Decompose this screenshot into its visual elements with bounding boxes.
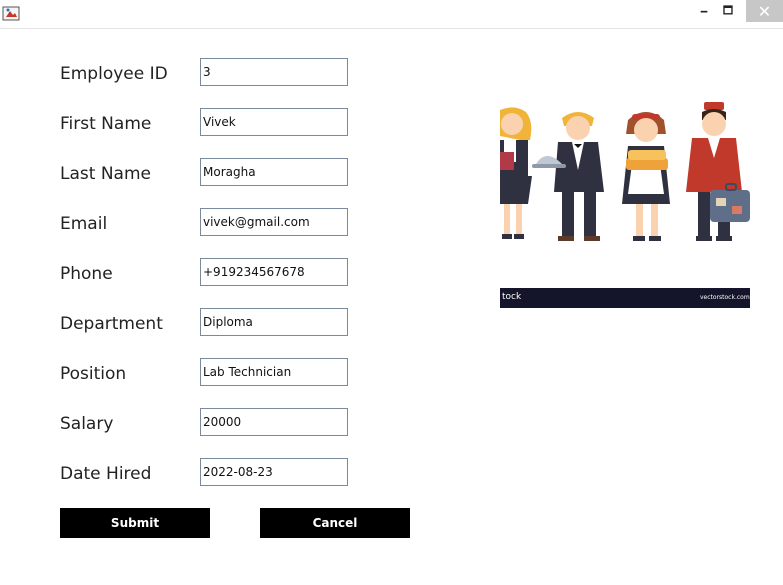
position-label: Position <box>60 364 127 384</box>
hotel-staff-illustration <box>500 102 750 308</box>
email-input[interactable] <box>200 208 348 236</box>
employee-id-input[interactable] <box>200 58 348 86</box>
waitress-figure <box>500 107 532 239</box>
salary-input[interactable] <box>200 408 348 436</box>
title-bar: 🗕 🗖 ✕ <box>0 0 783 29</box>
watermark-left-text: tock <box>502 292 522 302</box>
waiter-figure <box>532 112 604 241</box>
department-input[interactable] <box>200 308 348 336</box>
cancel-button[interactable]: Cancel <box>260 508 410 538</box>
java-app-icon <box>2 6 20 21</box>
date-hired-input[interactable] <box>200 458 348 486</box>
phone-input[interactable] <box>200 258 348 286</box>
last-name-input[interactable] <box>200 158 348 186</box>
employee-id-label: Employee ID <box>60 64 168 84</box>
maximize-button[interactable]: 🗖 <box>712 0 744 22</box>
bellboy-figure <box>686 102 750 241</box>
maid-figure <box>622 112 670 241</box>
salary-label: Salary <box>60 414 114 434</box>
department-label: Department <box>60 314 163 334</box>
submit-button[interactable]: Submit <box>60 508 210 538</box>
date-hired-label: Date Hired <box>60 464 152 484</box>
first-name-input[interactable] <box>200 108 348 136</box>
minimize-icon: 🗕 <box>700 3 708 17</box>
watermark-right-text: vectorstock.com <box>700 294 750 301</box>
position-input[interactable] <box>200 358 348 386</box>
maximize-icon: 🗖 <box>722 3 734 17</box>
first-name-label: First Name <box>60 114 152 134</box>
close-button[interactable]: ✕ <box>746 0 783 22</box>
email-label: Email <box>60 214 108 234</box>
last-name-label: Last Name <box>60 164 151 184</box>
close-icon: ✕ <box>757 1 772 21</box>
phone-label: Phone <box>60 264 113 284</box>
